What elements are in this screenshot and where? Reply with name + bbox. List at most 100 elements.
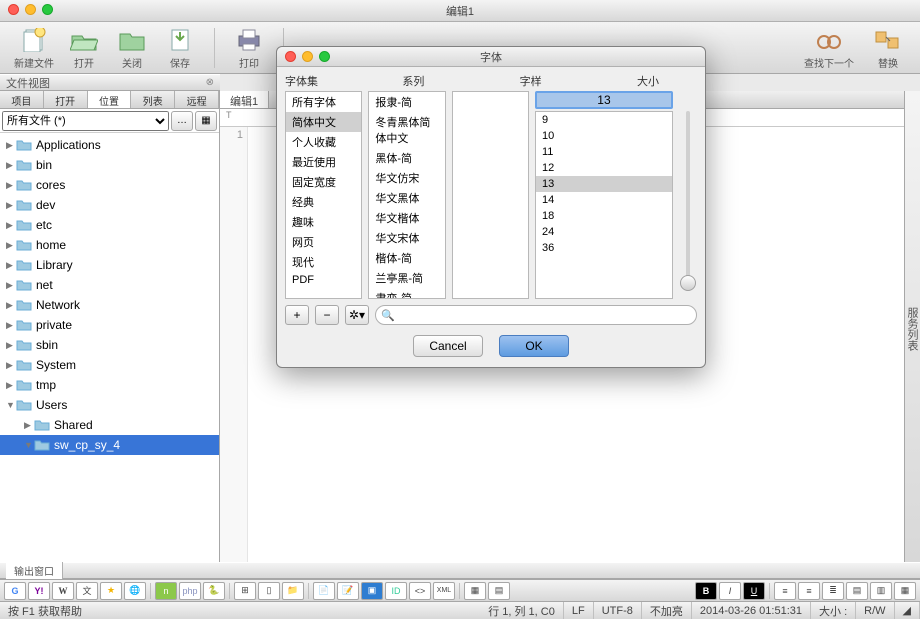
tree-item[interactable]: ▶dev bbox=[0, 195, 219, 215]
status-rw[interactable]: R/W bbox=[856, 602, 894, 619]
star-icon[interactable]: ★ bbox=[100, 582, 122, 600]
family-list[interactable]: 报隶-简冬青黑体简体中文黑体-简华文仿宋华文黑体华文楷体华文宋体楷体-简兰亭黑-… bbox=[368, 91, 445, 299]
status-encoding[interactable]: UTF-8 bbox=[594, 602, 642, 619]
panel-close-icon[interactable]: ⊗ bbox=[206, 77, 214, 88]
list-item[interactable]: 个人收藏 bbox=[286, 132, 361, 152]
minimize-icon[interactable] bbox=[25, 4, 36, 15]
disclosure-icon[interactable]: ▼ bbox=[24, 440, 34, 450]
underline-button[interactable]: U bbox=[743, 582, 765, 600]
list-item[interactable]: 简体中文 bbox=[286, 112, 361, 132]
fmt2-icon[interactable]: ≡ bbox=[798, 582, 820, 600]
list-item[interactable]: 华文仿宋 bbox=[369, 168, 444, 188]
globe-icon[interactable]: 🌐 bbox=[124, 582, 146, 600]
editor-tab[interactable]: 编辑1 bbox=[220, 91, 269, 108]
replace-button[interactable]: 替换 bbox=[864, 24, 912, 72]
tree-item[interactable]: ▶etc bbox=[0, 215, 219, 235]
disclosure-icon[interactable]: ▶ bbox=[6, 220, 16, 231]
tree-item[interactable]: ▶Shared bbox=[0, 415, 219, 435]
ok-button[interactable]: OK bbox=[499, 335, 569, 357]
italic-button[interactable]: I bbox=[719, 582, 741, 600]
list-item[interactable]: 华文楷体 bbox=[369, 208, 444, 228]
add-collection-button[interactable]: + bbox=[285, 305, 309, 325]
folder-icon[interactable]: 📁 bbox=[282, 582, 304, 600]
fmt3-icon[interactable]: ≣ bbox=[822, 582, 844, 600]
print-button[interactable]: 打印 bbox=[225, 24, 273, 72]
output-tab[interactable]: 输出窗口 bbox=[6, 562, 63, 579]
disclosure-icon[interactable]: ▶ bbox=[6, 300, 16, 311]
close-icon[interactable] bbox=[8, 4, 19, 15]
list-item[interactable]: 网页 bbox=[286, 232, 361, 252]
save-button[interactable]: 保存 bbox=[156, 24, 204, 72]
yahoo-icon[interactable]: Y! bbox=[28, 582, 50, 600]
filter-more-button[interactable]: … bbox=[171, 111, 193, 131]
fmt1-icon[interactable]: ≡ bbox=[774, 582, 796, 600]
list-item[interactable]: 冬青黑体简体中文 bbox=[369, 112, 444, 148]
list-item[interactable]: 隶变-简 bbox=[369, 288, 444, 299]
sidebar-tab-1[interactable]: 打开 bbox=[44, 91, 88, 108]
windows-icon[interactable]: ⊞ bbox=[234, 582, 256, 600]
tree-item[interactable]: ▶Library bbox=[0, 255, 219, 275]
action-menu-button[interactable]: ✲▾ bbox=[345, 305, 369, 325]
find-next-button[interactable]: 查找下一个 bbox=[798, 24, 860, 72]
list-item[interactable]: 楷体-简 bbox=[369, 248, 444, 268]
list-item[interactable]: 24 bbox=[536, 224, 672, 240]
file-filter-select[interactable]: 所有文件 (*) bbox=[2, 111, 169, 131]
tree-item[interactable]: ▶Network bbox=[0, 295, 219, 315]
translate-icon[interactable]: 文 bbox=[76, 582, 98, 600]
dialog-min-icon[interactable] bbox=[302, 51, 313, 62]
list-item[interactable]: 13 bbox=[536, 176, 672, 192]
list-item[interactable]: 所有字体 bbox=[286, 92, 361, 112]
tree-item[interactable]: ▼sw_cp_sy_4 bbox=[0, 435, 219, 455]
size-list[interactable]: 91011121314182436 bbox=[535, 111, 673, 299]
list-item[interactable]: 黑体-简 bbox=[369, 148, 444, 168]
disclosure-icon[interactable]: ▶ bbox=[6, 140, 16, 151]
list-item[interactable]: 12 bbox=[536, 160, 672, 176]
list-item[interactable]: 14 bbox=[536, 192, 672, 208]
list-item[interactable]: 现代 bbox=[286, 252, 361, 272]
list-item[interactable]: 华文黑体 bbox=[369, 188, 444, 208]
sidebar-tab-3[interactable]: 列表 bbox=[131, 91, 175, 108]
collection-list[interactable]: 所有字体简体中文个人收藏最近使用固定宽度经典趣味网页现代PDF bbox=[285, 91, 362, 299]
disclosure-icon[interactable]: ▶ bbox=[6, 280, 16, 291]
list-item[interactable]: PDF bbox=[286, 272, 361, 288]
list-item[interactable]: 10 bbox=[536, 128, 672, 144]
cancel-button[interactable]: Cancel bbox=[413, 335, 483, 357]
tree-item[interactable]: ▶sbin bbox=[0, 335, 219, 355]
size-input[interactable] bbox=[535, 91, 673, 109]
google-icon[interactable]: G bbox=[4, 582, 26, 600]
fmt4-icon[interactable]: ▤ bbox=[846, 582, 868, 600]
open-button[interactable]: 打开 bbox=[60, 24, 108, 72]
disclosure-icon[interactable]: ▶ bbox=[6, 380, 16, 391]
list-item[interactable]: 经典 bbox=[286, 192, 361, 212]
tree-item[interactable]: ▶tmp bbox=[0, 375, 219, 395]
terminal-icon[interactable]: ▯ bbox=[258, 582, 280, 600]
tree-item[interactable]: ▶System bbox=[0, 355, 219, 375]
python-icon[interactable]: 🐍 bbox=[203, 582, 225, 600]
disclosure-icon[interactable]: ▶ bbox=[6, 200, 16, 211]
disclosure-icon[interactable]: ▼ bbox=[6, 400, 16, 410]
tree-item[interactable]: ▶net bbox=[0, 275, 219, 295]
fmt6-icon[interactable]: ▦ bbox=[894, 582, 916, 600]
grid2-icon[interactable]: ▤ bbox=[488, 582, 510, 600]
tag-icon[interactable]: <> bbox=[409, 582, 431, 600]
disclosure-icon[interactable]: ▶ bbox=[6, 320, 16, 331]
file-tree[interactable]: ▶Applications▶bin▶cores▶dev▶etc▶home▶Lib… bbox=[0, 133, 219, 562]
list-item[interactable]: 兰亭黑-简 bbox=[369, 268, 444, 288]
disclosure-icon[interactable]: ▶ bbox=[6, 160, 16, 171]
style-list[interactable] bbox=[452, 91, 529, 299]
disclosure-icon[interactable]: ▶ bbox=[6, 360, 16, 371]
wiki-icon[interactable]: W bbox=[52, 582, 74, 600]
list-item[interactable]: 36 bbox=[536, 240, 672, 256]
list-item[interactable]: 9 bbox=[536, 112, 672, 128]
tree-item[interactable]: ▶private bbox=[0, 315, 219, 335]
close-button[interactable]: 关闭 bbox=[108, 24, 156, 72]
list-item[interactable]: 华文宋体 bbox=[369, 228, 444, 248]
dialog-close-icon[interactable] bbox=[285, 51, 296, 62]
disclosure-icon[interactable]: ▶ bbox=[6, 180, 16, 191]
size-slider[interactable] bbox=[679, 91, 697, 299]
disclosure-icon[interactable]: ▶ bbox=[24, 420, 34, 431]
disclosure-icon[interactable]: ▶ bbox=[6, 260, 16, 271]
list-item[interactable]: 固定宽度 bbox=[286, 172, 361, 192]
bold-button[interactable]: B bbox=[695, 582, 717, 600]
tree-item[interactable]: ▶Applications bbox=[0, 135, 219, 155]
